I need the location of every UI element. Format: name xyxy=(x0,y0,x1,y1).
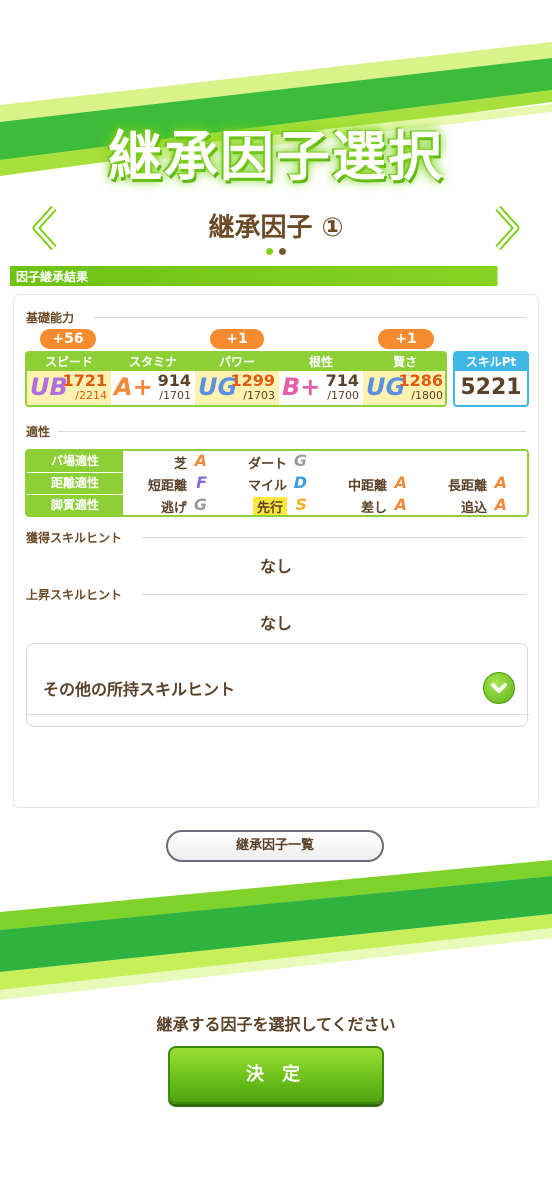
stat-max: /1701 xyxy=(159,389,191,402)
aptitude-cell: 短距離 F xyxy=(147,473,207,494)
aptitude-cell-highlighted: 先行 S xyxy=(227,495,323,515)
aptitude-row-header: バ場適性 xyxy=(27,451,123,472)
aptitude-cell: 長距離 A xyxy=(447,473,507,494)
aptitude-cell: 芝 A xyxy=(173,451,207,472)
stat-stamina: スタミナ A+ 914 /1701 xyxy=(111,353,195,405)
aptitude-cell: ダート G xyxy=(247,451,307,472)
grade-badge: G xyxy=(193,495,207,514)
next-arrow-icon[interactable] xyxy=(492,204,522,252)
stat-guts: 根性 B+ 714 /1700 xyxy=(279,353,363,405)
divider xyxy=(142,594,526,595)
result-panel: 基礎能力 +56 +1 +1 スピード UB 1721 /2214 スタミナ A… xyxy=(13,294,539,808)
page-dot[interactable] xyxy=(279,248,286,255)
other-hints-label: その他の所持スキルヒント xyxy=(43,680,236,699)
grade-badge: G xyxy=(293,451,307,470)
result-section-header: 因子継承結果 xyxy=(10,266,540,286)
expand-chevron-icon[interactable] xyxy=(483,672,515,704)
decide-button[interactable]: 決 定 xyxy=(168,1046,384,1104)
grade-badge: A xyxy=(494,473,507,492)
grade-badge: A xyxy=(394,473,407,492)
stat-name: スタミナ xyxy=(111,353,195,371)
acquired-hint-label: 獲得スキルヒント xyxy=(26,531,123,545)
grade-badge: F xyxy=(196,473,207,492)
raised-hint-label: 上昇スキルヒント xyxy=(26,588,123,602)
aptitude-row-ground: バ場適性 芝 A ダート G xyxy=(27,451,527,472)
skill-points-value: 5221 xyxy=(460,375,522,400)
grade-badge: D xyxy=(293,473,307,492)
acquired-hint-value: なし xyxy=(259,557,292,576)
stat-max: /1703 xyxy=(243,389,275,402)
rank-badge: B+ xyxy=(282,373,321,401)
stat-value: 1721 xyxy=(62,371,107,390)
page-indicator xyxy=(0,248,552,255)
stats-table: スピード UB 1721 /2214 スタミナ A+ 914 /1701 パワー… xyxy=(25,351,447,407)
divider xyxy=(27,714,529,715)
aptitude-cell: マイル D xyxy=(247,473,307,494)
footer-stripes xyxy=(0,860,552,1000)
divider xyxy=(94,317,526,318)
instruction-text: 継承する因子を選択してください xyxy=(156,1015,396,1034)
aptitude-cell: 差し A xyxy=(360,495,407,516)
aptitude-row-distance: 距離適性 短距離 F マイル D 中距離 A 長距離 A xyxy=(27,473,527,494)
page-dot-active[interactable] xyxy=(266,248,273,255)
aptitude-table: バ場適性 芝 A ダート G 距離適性 短距離 F マイル D 中距離 A 長距… xyxy=(25,449,529,517)
skill-points-box: スキルPt 5221 xyxy=(453,351,529,407)
stat-value: 914 xyxy=(157,371,191,390)
aptitude-label: 適性 xyxy=(26,425,51,439)
stat-value: 1286 xyxy=(398,371,443,390)
grade-badge: A xyxy=(194,451,207,470)
stat-speed: スピード UB 1721 /2214 xyxy=(27,353,111,405)
aptitude-row-style: 脚質適性 逃げ G 先行 S 差し A 追込 A xyxy=(27,495,527,516)
grade-badge: A xyxy=(394,495,407,514)
raised-hint-value: なし xyxy=(259,614,292,633)
stat-wisdom: 賢さ UG 1286 /1800 xyxy=(363,353,445,405)
grade-badge: A xyxy=(494,495,507,514)
aptitude-cell: 中距離 A xyxy=(347,473,407,494)
divider xyxy=(58,431,526,432)
stat-power: パワー UG 1299 /1703 xyxy=(195,353,279,405)
other-hints-accordion[interactable]: その他の所持スキルヒント xyxy=(26,643,529,727)
factor-subtitle: 継承因子 ① xyxy=(208,213,344,243)
aptitude-cell: 追込 A xyxy=(460,495,507,516)
aptitude-row-header: 距離適性 xyxy=(27,473,123,494)
wisdom-bonus-badge: +1 xyxy=(378,329,434,349)
skill-points-label: スキルPt xyxy=(455,353,527,371)
grade-badge: S xyxy=(295,495,307,514)
stat-name: パワー xyxy=(195,353,279,371)
divider xyxy=(142,537,526,538)
stat-value: 1299 xyxy=(230,371,275,390)
aptitude-cell: 逃げ G xyxy=(160,495,207,516)
aptitude-row-header: 脚質適性 xyxy=(27,495,123,515)
stat-max: /1800 xyxy=(411,389,443,402)
rank-badge: A+ xyxy=(114,373,153,401)
stat-name: 根性 xyxy=(279,353,363,371)
power-bonus-badge: +1 xyxy=(210,329,264,349)
result-section-title: 因子継承結果 xyxy=(16,270,89,284)
basic-label: 基礎能力 xyxy=(26,311,75,325)
stat-name: スピード xyxy=(27,353,111,371)
page-title: 継承因子選択 xyxy=(108,125,444,188)
speed-bonus-badge: +56 xyxy=(40,329,96,349)
stat-max: /1700 xyxy=(327,389,359,402)
stat-name: 賢さ xyxy=(363,353,445,371)
stat-max: /2214 xyxy=(75,389,107,402)
stat-value: 714 xyxy=(325,371,359,390)
